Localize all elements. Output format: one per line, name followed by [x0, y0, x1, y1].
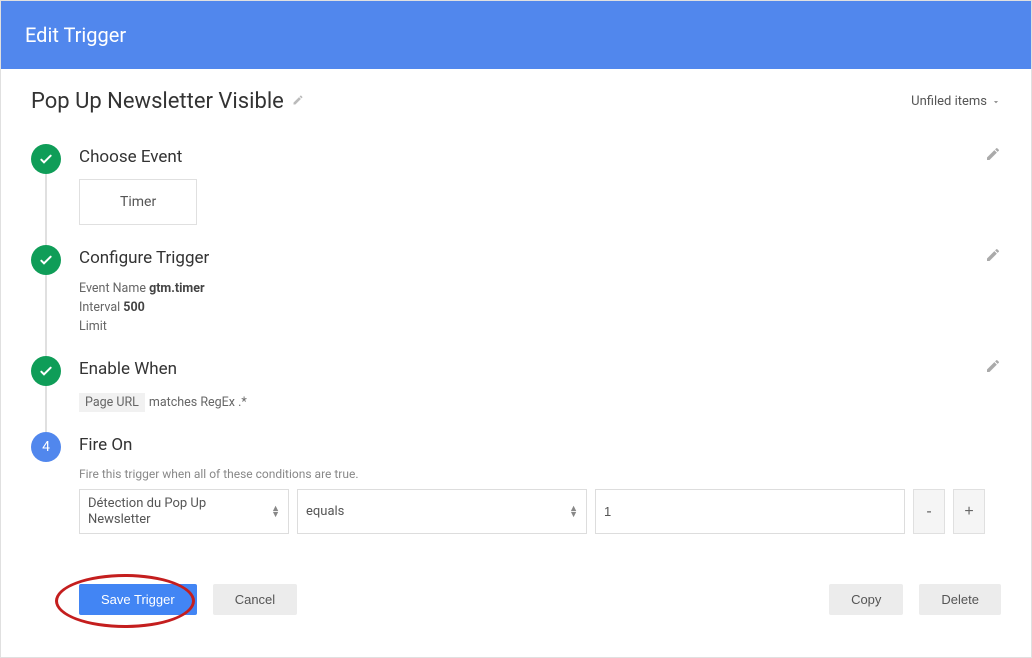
edit-trigger-panel: Edit Trigger Pop Up Newsletter Visible U…	[0, 0, 1032, 658]
condition-text: matches RegEx .*	[149, 395, 247, 410]
event-name-label: Event Name	[79, 281, 146, 296]
value-input[interactable]	[604, 504, 896, 519]
step-badge-done	[31, 144, 61, 174]
variable-select[interactable]: Détection du Pop Up Newsletter ▲▼	[79, 489, 289, 534]
edit-name-icon[interactable]	[292, 94, 304, 110]
variable-select-value: Détection du Pop Up Newsletter	[88, 496, 267, 527]
title-row: Pop Up Newsletter Visible Unfiled items	[31, 89, 1001, 114]
chevron-down-icon	[991, 97, 1001, 107]
limit-label: Limit	[79, 319, 107, 334]
step-title: Enable When	[79, 359, 1001, 379]
operator-select-value: equals	[306, 504, 344, 519]
folder-dropdown[interactable]: Unfiled items	[911, 94, 1001, 109]
copy-button[interactable]: Copy	[829, 584, 903, 615]
step-body: Enable When Page URL matches RegEx .*	[79, 356, 1001, 412]
step-configure-trigger: Configure Trigger Event Name gtm.timer I…	[31, 245, 1001, 336]
step-badge-done	[31, 245, 61, 275]
step-title: Fire On	[79, 435, 1001, 455]
footer-right: Copy Delete	[829, 584, 1001, 615]
check-icon	[38, 252, 54, 268]
step-title: Choose Event	[79, 147, 1001, 167]
fire-hint: Fire this trigger when all of these cond…	[79, 467, 1001, 481]
step-connector	[45, 275, 47, 356]
operator-select[interactable]: equals ▲▼	[297, 489, 587, 534]
edit-step-icon[interactable]	[985, 358, 1001, 378]
edit-step-icon[interactable]	[985, 146, 1001, 166]
step-badge-done	[31, 356, 61, 386]
interval-label: Interval	[79, 300, 120, 315]
remove-condition-button[interactable]: -	[913, 489, 945, 534]
value-input-wrap	[595, 489, 905, 534]
select-caret-icon: ▲▼	[267, 506, 280, 519]
event-name-value: gtm.timer	[149, 281, 205, 296]
folder-label: Unfiled items	[911, 94, 987, 109]
step-body: Fire On Fire this trigger when all of th…	[79, 432, 1001, 534]
check-icon	[38, 151, 54, 167]
trigger-name-text: Pop Up Newsletter Visible	[31, 89, 284, 114]
enable-condition: Page URL matches RegEx .*	[79, 391, 1001, 412]
add-condition-button[interactable]: +	[953, 489, 985, 534]
cancel-button[interactable]: Cancel	[213, 584, 297, 615]
step-badge-active: 4	[31, 432, 61, 462]
save-trigger-button[interactable]: Save Trigger	[79, 584, 197, 615]
trigger-name: Pop Up Newsletter Visible	[31, 89, 304, 114]
step-choose-event: Choose Event Timer	[31, 144, 1001, 225]
edit-step-icon[interactable]	[985, 247, 1001, 267]
condition-row: Détection du Pop Up Newsletter ▲▼ equals…	[79, 489, 1001, 534]
event-type-box[interactable]: Timer	[79, 179, 197, 225]
step-fire-on: 4 Fire On Fire this trigger when all of …	[31, 432, 1001, 534]
step-body: Choose Event Timer	[79, 144, 1001, 225]
config-summary: Event Name gtm.timer Interval 500 Limit	[79, 280, 1001, 336]
step-connector	[45, 386, 47, 432]
step-connector	[45, 174, 47, 245]
interval-value: 500	[123, 300, 145, 315]
steps-list: Choose Event Timer Configure Trigger	[31, 144, 1001, 534]
panel-title: Edit Trigger	[25, 23, 126, 47]
variable-chip: Page URL	[79, 393, 145, 412]
step-enable-when: Enable When Page URL matches RegEx .*	[31, 356, 1001, 412]
panel-header: Edit Trigger	[1, 1, 1031, 69]
step-body: Configure Trigger Event Name gtm.timer I…	[79, 245, 1001, 336]
check-icon	[38, 363, 54, 379]
delete-button[interactable]: Delete	[919, 584, 1001, 615]
step-title: Configure Trigger	[79, 248, 1001, 268]
panel-content: Pop Up Newsletter Visible Unfiled items	[1, 69, 1031, 635]
footer-actions: Save Trigger Cancel Copy Delete	[31, 584, 1001, 615]
select-caret-icon: ▲▼	[565, 506, 578, 519]
